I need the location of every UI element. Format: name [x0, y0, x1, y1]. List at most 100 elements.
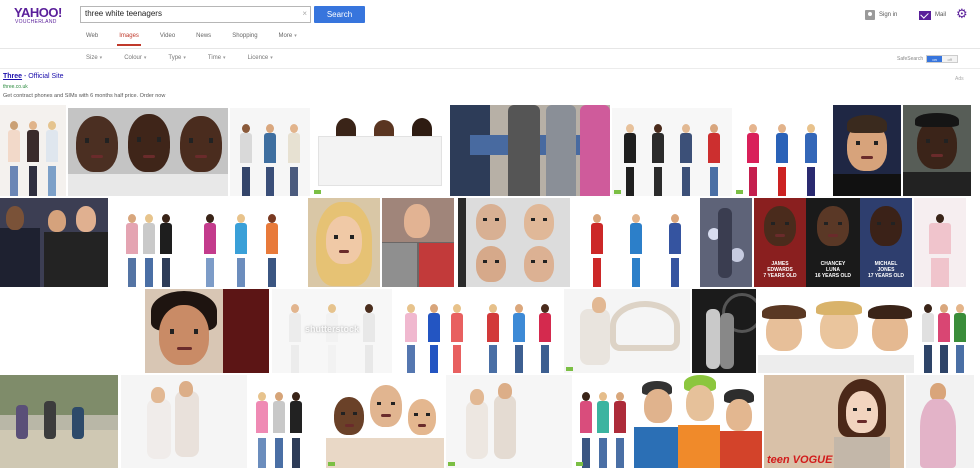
person-torso	[580, 105, 610, 196]
gear-icon: ⚙	[956, 5, 968, 21]
face	[476, 204, 506, 240]
image-result[interactable]: JAMES EDWARDS 7 YEARS OLD CHANCEY LUNA 1…	[754, 198, 912, 287]
image-result[interactable]	[476, 289, 562, 373]
image-result[interactable]	[692, 289, 756, 373]
chevron-down-icon: ▾	[183, 55, 186, 61]
filter-time-label: Time	[207, 55, 222, 61]
top-bar: YAHOO! VOUCHERLAND three white teenagers…	[0, 0, 980, 30]
person	[239, 123, 253, 196]
filter-licence[interactable]: Licence ▾	[248, 55, 273, 65]
image-result[interactable]	[250, 375, 308, 468]
tab-web[interactable]: Web	[86, 33, 98, 45]
image-result[interactable]	[326, 375, 444, 468]
tab-news[interactable]: News	[196, 33, 211, 45]
image-result[interactable]	[612, 108, 732, 196]
tab-video[interactable]: Video	[160, 33, 175, 45]
face	[408, 399, 436, 435]
person	[255, 391, 269, 468]
person-torso	[546, 105, 576, 196]
image-result[interactable]	[906, 375, 974, 468]
image-result[interactable]	[450, 105, 610, 196]
person	[272, 391, 286, 468]
image-result[interactable]	[574, 375, 632, 468]
image-result[interactable]	[190, 198, 292, 287]
tab-more[interactable]: More ▾	[279, 33, 297, 45]
image-result[interactable]	[700, 198, 752, 287]
image-result[interactable]	[903, 105, 971, 196]
face	[524, 204, 554, 240]
filter-size[interactable]: Size ▾	[86, 55, 102, 65]
face	[686, 385, 714, 421]
filter-time[interactable]: Time ▾	[208, 55, 226, 65]
sign-in-link[interactable]: Sign in	[865, 8, 897, 22]
tab-shopping[interactable]: Shopping	[232, 33, 257, 45]
image-result[interactable]	[446, 375, 572, 468]
chevron-down-icon: ▾	[294, 33, 297, 39]
person	[953, 304, 967, 373]
image-result[interactable]	[0, 198, 108, 287]
person	[287, 123, 301, 196]
mail-link[interactable]: Mail	[919, 8, 946, 22]
safesearch-off[interactable]: off	[942, 56, 958, 62]
clear-icon[interactable]: ×	[302, 9, 307, 18]
image-result[interactable]: teen VOGUE	[764, 375, 904, 468]
search-button[interactable]: Search	[314, 6, 365, 23]
chevron-down-icon: ▾	[143, 55, 147, 61]
jacket	[678, 425, 720, 468]
image-result[interactable]	[564, 289, 690, 373]
image-result[interactable]	[758, 289, 914, 373]
face	[476, 246, 506, 282]
image-result[interactable]	[574, 198, 698, 287]
search-input[interactable]: three white teenagers ×	[80, 6, 311, 23]
image-result[interactable]: shutterstock	[272, 289, 392, 373]
image-result[interactable]	[382, 198, 454, 287]
filter-size-label: Size	[86, 55, 98, 61]
person	[234, 214, 248, 287]
person	[72, 407, 84, 439]
face	[179, 381, 193, 397]
hair	[816, 301, 862, 315]
tab-images[interactable]: Images	[117, 33, 141, 46]
silhouette	[706, 309, 720, 369]
image-result[interactable]	[916, 289, 972, 373]
person	[450, 304, 464, 373]
hair	[868, 305, 912, 319]
image-result[interactable]	[308, 198, 380, 287]
face	[726, 399, 752, 431]
face	[498, 383, 512, 399]
image-result[interactable]	[0, 375, 118, 468]
person	[7, 121, 21, 196]
people-figures	[396, 289, 472, 373]
face	[870, 206, 902, 246]
image-result[interactable]	[0, 105, 66, 196]
image-result[interactable]	[734, 108, 830, 196]
image-result[interactable]	[145, 289, 269, 373]
image-result[interactable]	[121, 375, 247, 468]
image-result[interactable]	[833, 105, 901, 196]
ad-title-link[interactable]: Three - Official Site	[3, 73, 64, 80]
border	[458, 198, 466, 287]
logo-text: YAHOO!	[14, 5, 62, 20]
license-badge	[328, 462, 335, 466]
image-result[interactable]	[634, 375, 762, 468]
safesearch-on[interactable]: on	[927, 56, 943, 62]
yahoo-logo[interactable]: YAHOO! VOUCHERLAND	[14, 6, 66, 25]
safesearch-toggle[interactable]: on off	[926, 55, 959, 63]
face	[334, 397, 364, 435]
image-result[interactable]	[120, 198, 178, 287]
settings-button[interactable]: ⚙	[956, 6, 968, 20]
person	[596, 391, 610, 468]
user-icon	[865, 10, 875, 20]
image-result[interactable]	[396, 289, 472, 373]
image-result[interactable]	[312, 108, 448, 196]
filter-colour[interactable]: Colour ▾	[124, 55, 146, 65]
ad-url: three.co.uk	[3, 84, 28, 90]
image-result[interactable]	[230, 108, 310, 196]
image-result[interactable]	[914, 198, 966, 287]
filter-type[interactable]: Type ▾	[168, 55, 186, 65]
image-result[interactable]	[68, 108, 228, 196]
image-result[interactable]	[458, 198, 570, 287]
person	[804, 123, 818, 196]
face	[6, 206, 24, 230]
license-badge	[576, 462, 583, 466]
